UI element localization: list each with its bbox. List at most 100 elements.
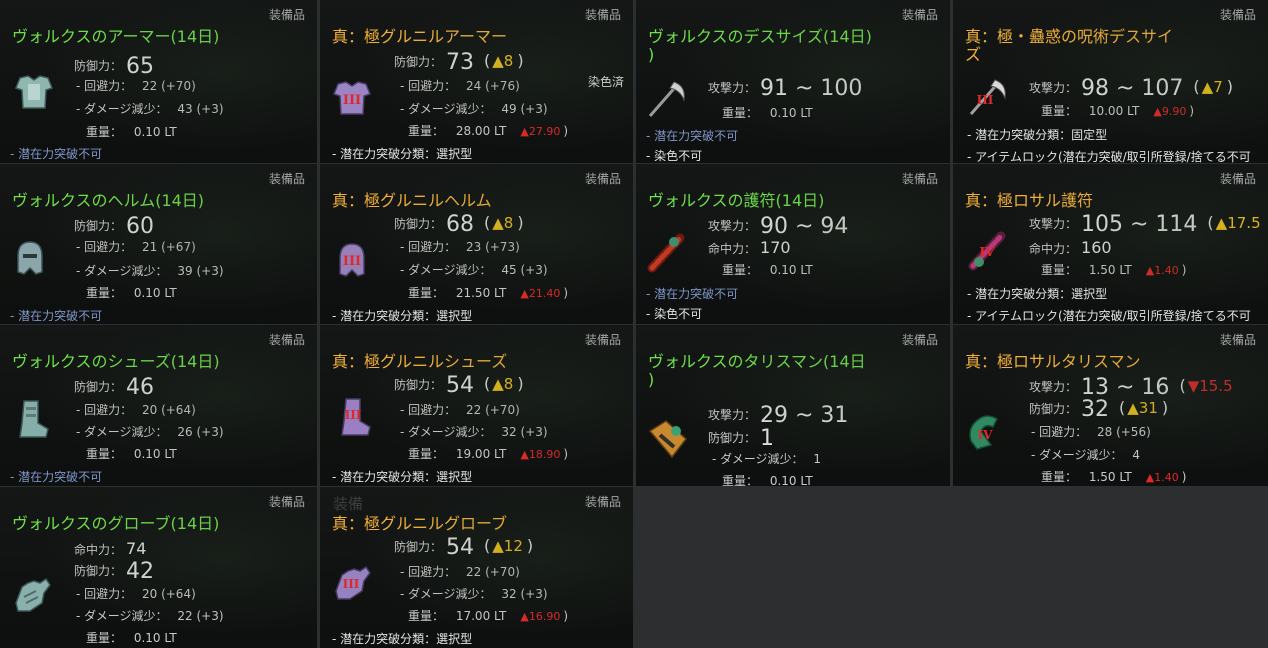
weight-value: 17.00 LT xyxy=(455,609,507,623)
talisman-icon xyxy=(646,417,690,461)
defense-label: 防御力： xyxy=(74,219,123,233)
defense-value: 46 xyxy=(126,375,155,400)
weight-diff: ▲1.40 xyxy=(1145,264,1179,277)
potential-note: - 潜在力突破分類：選択型 xyxy=(332,147,473,161)
attack-value: 90 ~ 94 xyxy=(760,214,849,239)
shoes-icon: III xyxy=(332,395,376,439)
evasion-label: - 回避力： xyxy=(76,79,133,93)
title-line2: ) xyxy=(648,45,655,64)
attack-label: 攻撃力： xyxy=(1029,217,1078,231)
attack-up: ▲7 xyxy=(1201,78,1223,96)
equip-label: 装備品 xyxy=(1219,8,1256,22)
weight-value: 0.10 LT xyxy=(769,474,813,486)
attack-label: 攻撃力： xyxy=(708,408,757,422)
item-title: ヴォルクスのシューズ(14日) xyxy=(12,352,220,371)
defense-up: ▲8 xyxy=(492,375,514,393)
defense-value: 1 xyxy=(760,426,775,451)
helm-icon: III xyxy=(330,238,374,282)
weight-label: 重量： xyxy=(722,474,759,486)
defense-value: 65 xyxy=(126,54,155,79)
evasion-value: 22 (+70) xyxy=(141,79,196,93)
item-title: ヴォルクスの護符(14日) xyxy=(648,191,825,210)
enhance-numeral: IV xyxy=(978,428,994,442)
evasion-label: - 回避力： xyxy=(76,587,133,601)
dmgred-value: 45 (+3) xyxy=(501,263,548,277)
weight-diff: ▲9.90 xyxy=(1153,105,1187,118)
defense-label: 防御力： xyxy=(394,217,443,231)
dmgred-label: - ダメージ減少： xyxy=(712,452,804,466)
paren-close: ) xyxy=(517,374,524,393)
item-title: 真：極ロサル護符 xyxy=(965,191,1094,210)
tooltip-gru-glove: 装備品 装備 真：極グルニルグローブ III 防御力： 54(▲12) - 回避力… xyxy=(320,487,633,648)
potential-note: - 潜在力突破不可 xyxy=(646,129,739,143)
glove-icon: III xyxy=(330,561,374,605)
evasion-value: 21 (+67) xyxy=(141,240,196,254)
dye-note: - 染色不可 xyxy=(646,307,703,321)
attack-value: 91 ~ 100 xyxy=(760,76,863,101)
defense-label: 防御力： xyxy=(394,540,443,554)
dmgred-value: 32 (+3) xyxy=(501,425,548,439)
helm-icon xyxy=(8,236,52,280)
defense-value: 42 xyxy=(126,559,155,584)
weight-value: 0.10 LT xyxy=(133,125,177,139)
potential-note: - 潜在力突破分類：選択型 xyxy=(967,287,1108,301)
attack-value: 98 ~ 107 xyxy=(1081,76,1184,101)
defense-label: 防御力： xyxy=(74,59,123,73)
dye-status: 染色済 xyxy=(588,75,625,89)
accuracy-value: 170 xyxy=(760,238,791,257)
dmgred-value: 22 (+3) xyxy=(177,609,224,623)
defense-value: 60 xyxy=(126,214,155,239)
armor-icon xyxy=(12,70,56,114)
tooltip-kyoku-talisman: 装備品 真：極ロサルタリスマン IV 攻撃力： 13 ~ 16(▼15.5 防御力… xyxy=(953,325,1268,486)
dmgred-label: - ダメージ減少： xyxy=(76,609,168,623)
title-line1: 真：極・蠱惑の呪術デスサイ xyxy=(965,27,1174,46)
weight-value: 0.10 LT xyxy=(133,286,177,300)
dye-note: - 染色不可 xyxy=(646,149,703,163)
evasion-label: - 回避力： xyxy=(76,240,133,254)
evasion-label: - 回避力： xyxy=(400,403,457,417)
scythe-icon xyxy=(644,76,688,120)
ghost-label: 装備 xyxy=(332,495,363,513)
enhance-numeral: III xyxy=(977,93,994,107)
weight-label: 重量： xyxy=(1041,263,1078,277)
weight-value: 10.00 LT xyxy=(1088,104,1140,118)
attack-value: 29 ~ 31 xyxy=(760,403,849,428)
dmgred-value: 39 (+3) xyxy=(177,264,224,278)
defense-label: 防御力： xyxy=(394,378,443,392)
shoes-icon xyxy=(10,397,54,441)
weight-label: 重量： xyxy=(408,609,445,623)
accuracy-label: 命中力： xyxy=(708,242,757,256)
enhance-numeral: III xyxy=(343,254,361,269)
evasion-label: - 回避力： xyxy=(400,565,457,579)
equip-label: 装備品 xyxy=(901,172,938,186)
defense-up: ▲31 xyxy=(1127,399,1158,417)
weight-label: 重量： xyxy=(86,286,123,300)
weight-value: 28.00 LT xyxy=(455,124,507,138)
potential-note: - 潜在力突破不可 xyxy=(10,470,103,484)
weight-value: 0.10 LT xyxy=(769,263,813,277)
tooltip-gru-shoes: 装備品 真：極グルニルシューズ III 防御力： 54(▲8) - 回避力： 22… xyxy=(320,325,633,486)
potential-note: - 潜在力突破不可 xyxy=(646,287,739,301)
item-title: 真：極グルニルグローブ xyxy=(332,514,508,533)
item-title: ヴォルクスのタリスマン(14日) xyxy=(648,353,938,389)
item-title: ヴォルクスのヘルム(14日) xyxy=(12,191,205,210)
evasion-label: - 回避力： xyxy=(400,240,457,254)
weight-label: 重量： xyxy=(1041,104,1078,118)
item-title: 真：極グルニルアーマー xyxy=(332,27,508,46)
dmgred-value: 1 xyxy=(813,452,822,466)
defense-value: 68 xyxy=(446,212,475,237)
attack-value: 105 ~ 114 xyxy=(1081,212,1198,237)
equip-label: 装備品 xyxy=(901,333,938,347)
dmgred-label: - ダメージ減少： xyxy=(76,102,168,116)
item-title: 真：極グルニルヘルム xyxy=(332,191,492,210)
weight-value: 1.50 LT xyxy=(1088,263,1132,277)
defense-up: ▲8 xyxy=(492,52,514,70)
enhance-numeral: III xyxy=(343,577,360,591)
glove-icon xyxy=(10,573,54,617)
potential-note: - 潜在力突破分類：選択型 xyxy=(332,309,473,323)
title-line2: ) xyxy=(648,370,655,389)
dmgred-value: 32 (+3) xyxy=(501,587,548,601)
potential-note: - 潜在力突破不可 xyxy=(10,147,103,161)
paren-close: ) xyxy=(1226,77,1234,96)
defense-value: 54 xyxy=(446,373,475,398)
